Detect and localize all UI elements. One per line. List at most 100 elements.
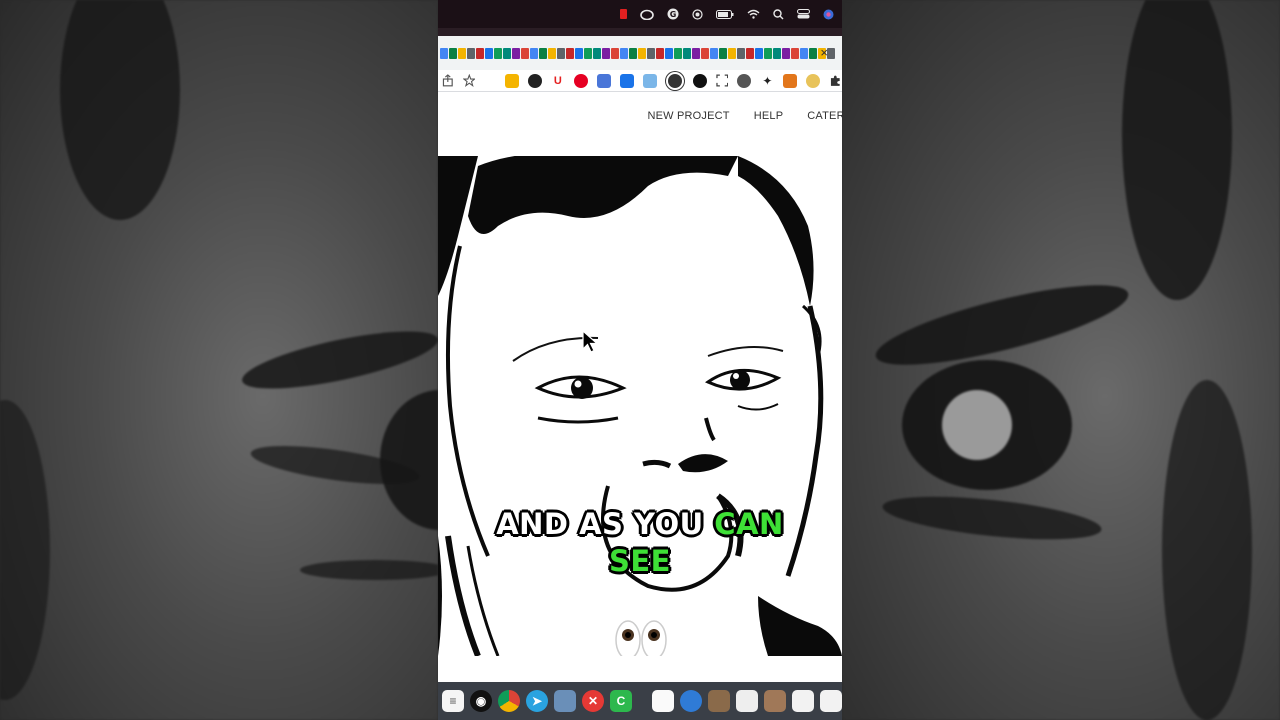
- extension-circle-icon[interactable]: [665, 71, 684, 90]
- pinned-tab-favicon[interactable]: [629, 47, 637, 59]
- star-icon[interactable]: [462, 74, 476, 87]
- chrome-icon[interactable]: [498, 690, 520, 712]
- globe-icon[interactable]: [680, 690, 702, 712]
- metamask-icon[interactable]: [783, 73, 798, 88]
- pinned-tab-favicon[interactable]: [665, 47, 673, 59]
- pinned-tab-favicon[interactable]: [782, 47, 790, 59]
- pinned-tab-favicon[interactable]: [485, 47, 493, 59]
- camera-app-icon[interactable]: ◉: [470, 690, 492, 712]
- notes-app-icon[interactable]: ≡: [442, 690, 464, 712]
- pinned-tab-favicon[interactable]: [656, 47, 664, 59]
- pinned-tab-favicon[interactable]: [548, 47, 556, 59]
- background-blur-right: [842, 0, 1280, 720]
- photo-thumbnail-icon[interactable]: [708, 690, 730, 712]
- wifi-icon[interactable]: [747, 9, 760, 19]
- pinned-tab-favicon[interactable]: [719, 47, 727, 59]
- pinned-tab-favicon[interactable]: [755, 47, 763, 59]
- pinned-tab-favicon[interactable]: [746, 47, 754, 59]
- extension-dark-icon[interactable]: [527, 73, 542, 88]
- control-center-icon[interactable]: [797, 9, 810, 19]
- pinned-tab-favicon[interactable]: [467, 47, 475, 59]
- caption-line-2: SEE: [438, 543, 842, 580]
- red-app-icon[interactable]: ✕: [582, 690, 604, 712]
- dock: ≡ ◉ ➤ ✕ C: [438, 682, 842, 720]
- pinned-tab-favicon[interactable]: [674, 47, 682, 59]
- pinned-tab-favicon[interactable]: [647, 47, 655, 59]
- creative-cloud-icon[interactable]: [640, 9, 654, 20]
- extension-bird-icon[interactable]: ✦: [760, 74, 774, 88]
- facetime-app-icon[interactable]: C: [610, 690, 632, 712]
- document-file-icon[interactable]: [652, 690, 674, 712]
- share-icon[interactable]: [442, 74, 454, 87]
- extension-blue-icon[interactable]: [619, 73, 634, 88]
- pinned-tab-favicon[interactable]: [701, 47, 709, 59]
- extension-mask-icon[interactable]: [692, 73, 707, 88]
- pinned-tab-favicon[interactable]: [539, 47, 547, 59]
- record-icon[interactable]: [620, 9, 627, 19]
- extension-yellow-icon[interactable]: [806, 73, 821, 88]
- pinned-tab-favicon[interactable]: [575, 47, 583, 59]
- caption-line-1: AND AS YOU CAN: [438, 506, 842, 543]
- pinned-tab-favicon[interactable]: [530, 47, 538, 59]
- pinned-tab-favicon[interactable]: [494, 47, 502, 59]
- photo-thumbnail-2-icon[interactable]: [764, 690, 786, 712]
- extension-folder-icon[interactable]: [504, 73, 519, 88]
- telegram-icon[interactable]: ➤: [526, 690, 548, 712]
- pinned-tab-favicon[interactable]: [476, 47, 484, 59]
- mouse-cursor-icon: [582, 330, 599, 353]
- extension-picture-icon[interactable]: [642, 73, 657, 88]
- pinned-tab-favicon[interactable]: [566, 47, 574, 59]
- pinned-tab-favicon[interactable]: [710, 47, 718, 59]
- pinned-tab-favicon[interactable]: [683, 47, 691, 59]
- pinned-tab-favicon[interactable]: [638, 47, 646, 59]
- file-thumbnail-icon[interactable]: [736, 690, 758, 712]
- pinned-tab-favicon[interactable]: [809, 47, 817, 59]
- pinned-tab-favicon[interactable]: [827, 47, 835, 59]
- pinned-tab-favicon[interactable]: [458, 47, 466, 59]
- pinned-tab-favicon[interactable]: [593, 47, 601, 59]
- pinned-tab-favicon[interactable]: [737, 47, 745, 59]
- doc-thumbnail-icon[interactable]: [792, 690, 814, 712]
- pinned-tab-favicon[interactable]: [512, 47, 520, 59]
- doc-thumbnail-2-icon[interactable]: [820, 690, 842, 712]
- nav-new-project[interactable]: NEW PROJECT: [647, 110, 729, 138]
- pinned-tab-favicon[interactable]: [503, 47, 511, 59]
- search-icon[interactable]: [773, 8, 784, 20]
- pinterest-icon[interactable]: [573, 73, 588, 88]
- pinned-tab-favicon[interactable]: [728, 47, 736, 59]
- extension-gear-icon[interactable]: [737, 73, 752, 88]
- preview-app-icon[interactable]: [554, 690, 576, 712]
- caption-plain-text: AND AS YOU: [496, 507, 715, 541]
- pinned-tab-favicon[interactable]: [692, 47, 700, 59]
- site-nav: NEW PROJECT HELP CATERI: [438, 110, 842, 138]
- pinned-tab-favicon[interactable]: [521, 47, 529, 59]
- caption-highlight-see: SEE: [608, 544, 671, 578]
- pinned-tab-favicon[interactable]: [584, 47, 592, 59]
- pinned-tab-favicon[interactable]: [449, 47, 457, 59]
- nav-catering[interactable]: CATERI: [807, 110, 842, 138]
- nav-help[interactable]: HELP: [754, 110, 784, 138]
- siri-icon[interactable]: [823, 9, 834, 20]
- pinned-tab-favicon[interactable]: [764, 47, 772, 59]
- grammarly-icon[interactable]: G: [667, 8, 679, 20]
- pinned-tab-favicon[interactable]: [620, 47, 628, 59]
- caption-highlight-can: CAN: [714, 507, 784, 541]
- pinned-tab-favicon[interactable]: [800, 47, 808, 59]
- pinned-tab-favicon[interactable]: [602, 47, 610, 59]
- pinned-tab-favicon[interactable]: [773, 47, 781, 59]
- pinned-tab-favicon[interactable]: [440, 47, 448, 59]
- pinned-tab-favicon[interactable]: [557, 47, 565, 59]
- pinned-tab-favicon[interactable]: [791, 47, 799, 59]
- pinned-tab-favicon[interactable]: [611, 47, 619, 59]
- translate-icon[interactable]: [596, 73, 611, 88]
- browser-toolbar: U ✦: [438, 70, 842, 92]
- expand-icon[interactable]: [716, 74, 729, 87]
- battery-icon[interactable]: [716, 9, 734, 19]
- puzzle-icon[interactable]: [829, 74, 842, 87]
- window-top-gap: [438, 28, 842, 36]
- extension-u-icon[interactable]: U: [551, 74, 565, 88]
- screen-record-icon[interactable]: [692, 8, 703, 20]
- close-icon[interactable]: ×: [820, 45, 828, 60]
- stencil-portrait-image: [438, 156, 842, 656]
- browser-tab-strip: ×: [438, 36, 842, 70]
